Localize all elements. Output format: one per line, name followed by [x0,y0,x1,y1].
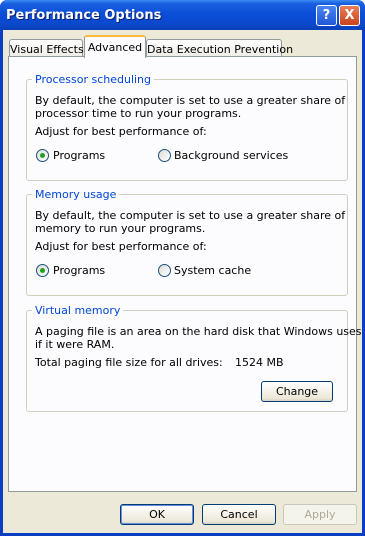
radio-memory-programs[interactable] [36,264,49,277]
performance-options-window: Performance Options ? X Visual Effects A… [0,0,365,536]
memory-usage-group: Memory usage By default, the computer is… [26,188,348,296]
radio-system-cache[interactable] [158,264,171,277]
radio-selected-dot [40,153,45,158]
paging-file-size-label: Total paging file size for all drives: [35,356,223,369]
tab-advanced[interactable]: Advanced [84,35,146,58]
window-title: Performance Options [6,8,162,23]
processor-adjust-label: Adjust for best performance of: [35,125,207,138]
processor-programs-label[interactable]: Programs [53,149,105,162]
background-services-label[interactable]: Background services [174,149,288,162]
dialog-body: Visual Effects Advanced Data Execution P… [3,30,365,533]
radio-background-services[interactable] [158,149,171,162]
group-title: Virtual memory [32,304,124,317]
cancel-button[interactable]: Cancel [202,504,276,525]
processor-description-line2: processor time to run your programs. [35,107,242,120]
tab-panel-advanced: Processor scheduling By default, the com… [8,56,365,492]
virtual-memory-group: Virtual memory A paging file is an area … [26,304,365,412]
group-title: Processor scheduling [32,73,155,86]
help-icon[interactable]: ? [316,5,337,26]
processor-scheduling-group: Processor scheduling By default, the com… [26,73,348,181]
memory-description-line1: By default, the computer is set to use a… [35,209,346,222]
virtual-description-line1: A paging file is an area on the hard dis… [35,325,365,338]
processor-description-line1: By default, the computer is set to use a… [35,94,346,107]
radio-processor-programs[interactable] [36,149,49,162]
radio-selected-dot [40,268,45,273]
group-title: Memory usage [32,188,120,201]
paging-file-size-value: 1524 MB [235,356,284,369]
memory-description-line2: memory to run your programs. [35,222,206,235]
memory-adjust-label: Adjust for best performance of: [35,240,207,253]
change-button[interactable]: Change [261,381,333,402]
ok-button[interactable]: OK [120,504,194,525]
memory-programs-label[interactable]: Programs [53,264,105,277]
apply-button[interactable]: Apply [283,504,357,525]
title-bar[interactable]: Performance Options ? X [0,0,365,30]
system-cache-label[interactable]: System cache [174,264,251,277]
virtual-description-line2: if it were RAM. [35,338,115,351]
close-icon[interactable]: X [339,5,360,26]
